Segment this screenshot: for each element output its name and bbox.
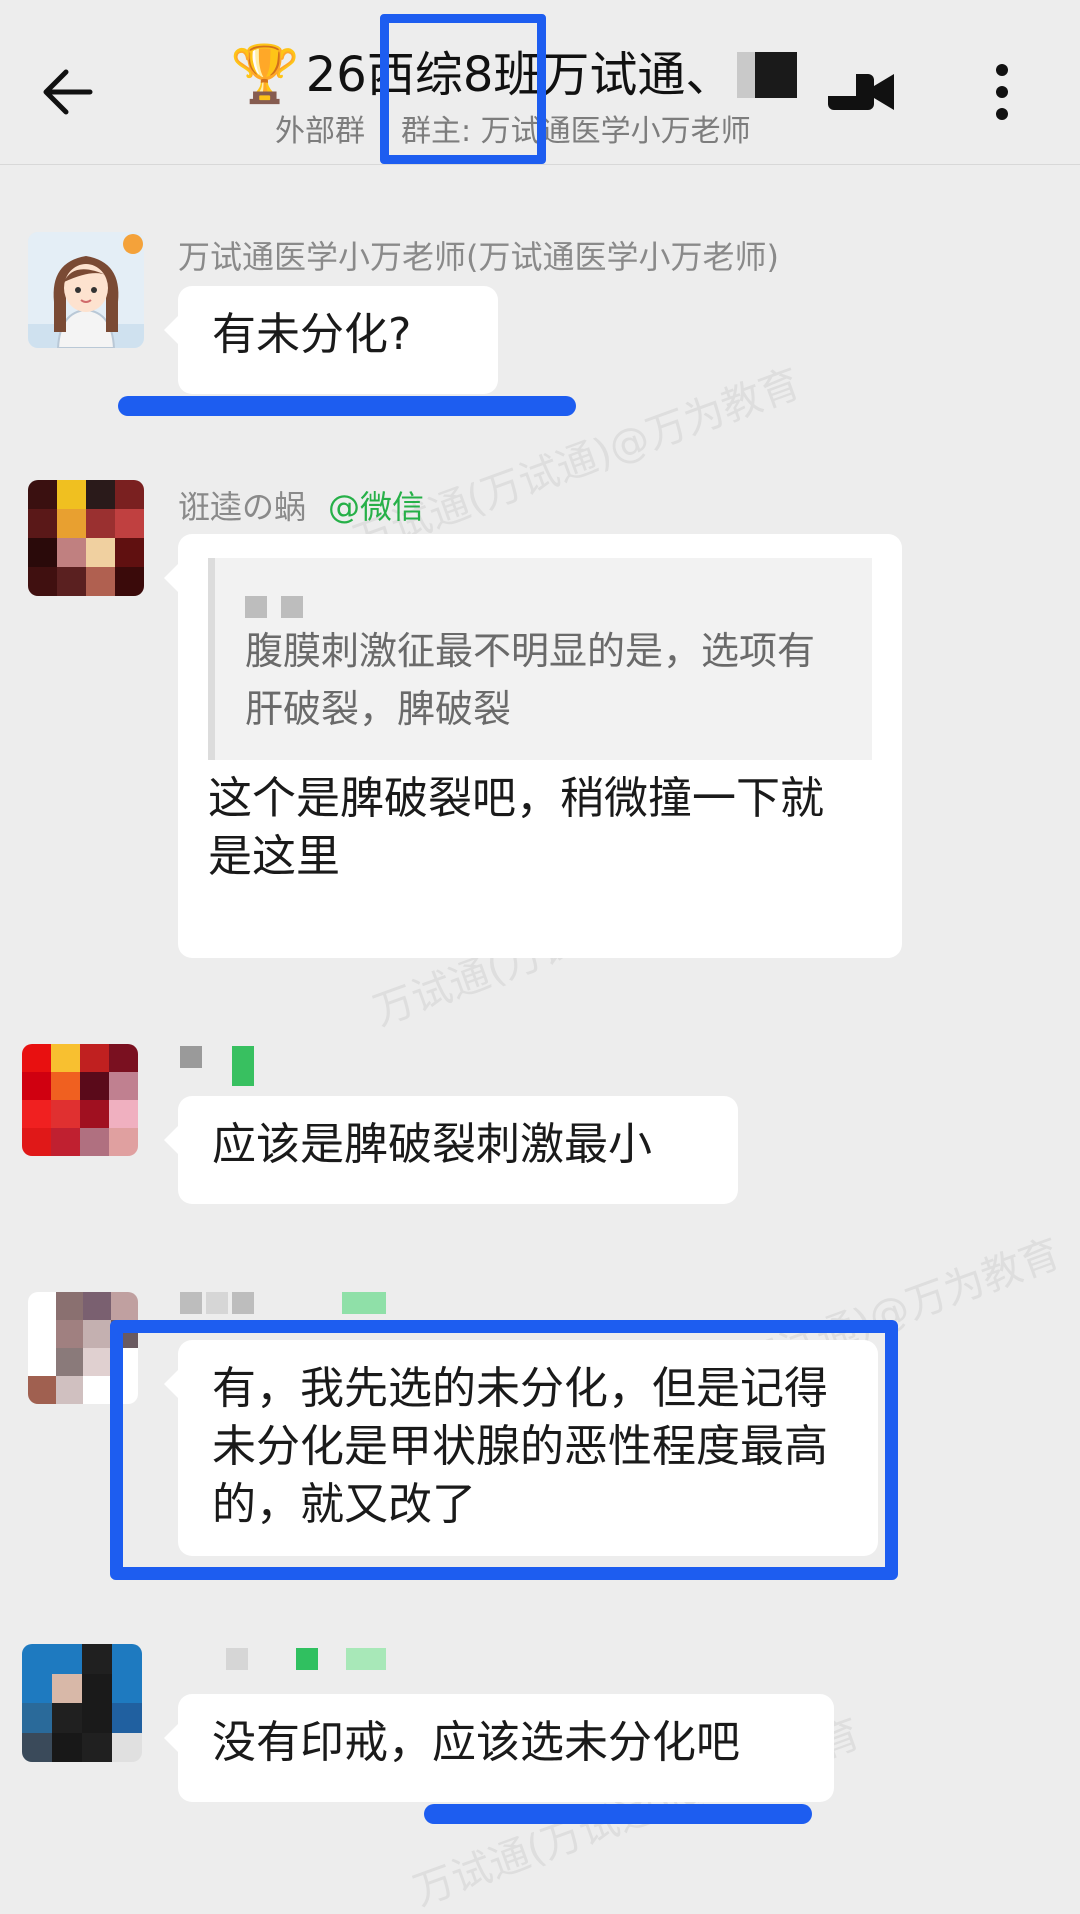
external-group-label: 外部群: [275, 114, 365, 149]
sender-name-censored: [226, 1648, 386, 1670]
avatar[interactable]: [22, 1644, 142, 1762]
highlight-underline: [118, 396, 576, 416]
title-highlight-box: [380, 14, 546, 164]
quoted-sender-censored: [245, 576, 842, 618]
censored-mosaic: [737, 52, 798, 98]
message-text: 这个是脾破裂吧，稍微撞一下就是这里: [208, 773, 824, 882]
avatar[interactable]: [28, 232, 144, 348]
message-text: 有未分化?: [212, 309, 412, 360]
message-highlight-box: [110, 1320, 898, 1580]
video-call-icon[interactable]: [826, 66, 896, 118]
message-bubble[interactable]: 有未分化?: [164, 286, 498, 394]
message-bubble[interactable]: 应该是脾破裂刺激最小: [164, 1096, 738, 1204]
message-bubble[interactable]: 腹膜刺激征最不明显的是，选项有肝破裂，脾破裂 这个是脾破裂吧，稍微撞一下就是这里: [164, 534, 902, 958]
sender-name-censored: [180, 1046, 254, 1086]
message-bubble[interactable]: 没有印戒，应该选未分化吧: [164, 1694, 834, 1802]
wechat-tag: @微信: [328, 488, 425, 526]
avatar[interactable]: [22, 1044, 138, 1156]
quoted-text: 腹膜刺激征最不明显的是，选项有肝破裂，脾破裂: [245, 629, 816, 731]
trophy-icon: 🏆: [230, 42, 300, 107]
more-options-icon[interactable]: [984, 60, 1020, 124]
back-arrow-icon[interactable]: [38, 62, 98, 122]
avatar[interactable]: [28, 480, 144, 596]
highlight-underline: [424, 1804, 812, 1824]
message-text: 应该是脾破裂刺激最小: [212, 1119, 652, 1170]
quoted-message[interactable]: 腹膜刺激征最不明显的是，选项有肝破裂，脾破裂: [208, 558, 872, 760]
sender-name: 诳逵の蜗 @微信: [178, 488, 425, 526]
teacher-avatar-icon: [28, 232, 144, 348]
sender-name: 万试通医学小万老师(万试通医学小万老师): [178, 238, 779, 276]
message-text: 没有印戒，应该选未分化吧: [212, 1717, 740, 1768]
sender-name-censored: [180, 1292, 386, 1314]
